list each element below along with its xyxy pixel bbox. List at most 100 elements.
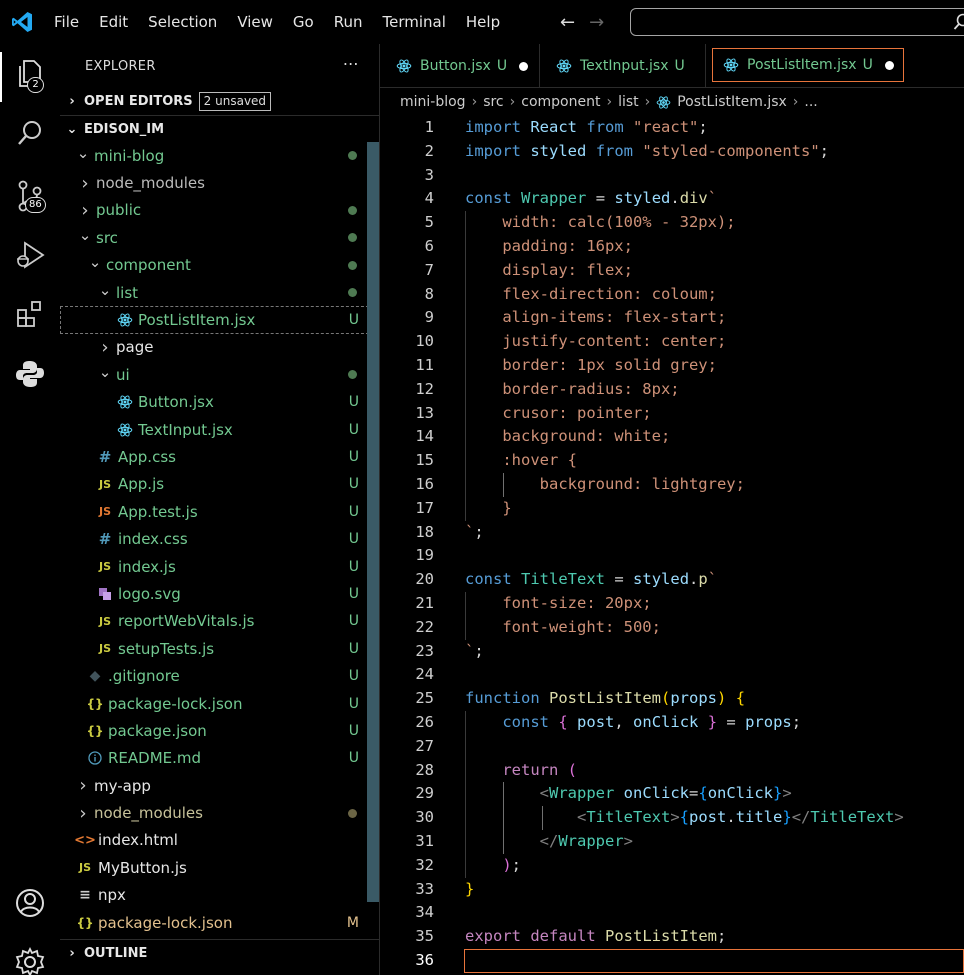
breadcrumb-item[interactable]: list (618, 94, 639, 110)
menu-selection[interactable]: Selection (138, 0, 227, 44)
tree-item[interactable]: README.md U (60, 745, 379, 772)
code-line[interactable]: 21 font-size: 20px; (380, 591, 964, 616)
tree-item[interactable]: # index.css U (60, 525, 379, 552)
code-line[interactable]: 28 return ( (380, 758, 964, 783)
tree-item[interactable]: JS reportWebVitals.js U (60, 608, 379, 635)
go-back-icon[interactable]: ← (560, 12, 575, 33)
workspace-section[interactable]: ⌄ EDISON_IM (60, 115, 379, 142)
code-line[interactable]: 20 const TitleText = styled.p` (380, 568, 964, 592)
tree-item[interactable]: Button.jsx U (60, 389, 379, 416)
code-line[interactable]: 29 <Wrapper onClick={onClick}> (380, 782, 964, 807)
tree-item[interactable]: › page (60, 334, 379, 361)
tree-item[interactable]: {} package.json U (60, 717, 379, 744)
code-line[interactable]: 30 <TitleText>{post.title}</TitleText> (380, 806, 964, 830)
extensions-icon[interactable] (13, 297, 47, 331)
code-editor[interactable]: 1 import React from "react"; 2 import style… (380, 116, 964, 973)
tree-item[interactable]: › my-app (60, 772, 379, 799)
open-editors-section[interactable]: › OPEN EDITORS 2 unsaved (60, 88, 379, 115)
menu-help[interactable]: Help (456, 0, 510, 44)
code-line[interactable]: 1 import React from "react"; (380, 116, 964, 140)
tree-item[interactable]: JS App.test.js U (60, 498, 379, 525)
code-line[interactable]: 14 background: white; (380, 425, 964, 450)
outline-section[interactable]: › OUTLINE (60, 939, 379, 966)
code-line[interactable]: 22 font-weight: 500; (380, 615, 964, 640)
unsaved-dot-icon[interactable] (884, 60, 894, 70)
tree-item[interactable]: JS setupTests.js U (60, 635, 379, 662)
breadcrumb-item[interactable]: PostListItem.jsx (677, 94, 787, 110)
code-line[interactable]: 25 function PostListItem(props) { (380, 687, 964, 711)
code-line[interactable]: 33} (380, 878, 964, 902)
code-line[interactable]: 11 border: 1px solid grey; (380, 353, 964, 378)
tree-item[interactable]: JS index.js U (60, 553, 379, 580)
code-line[interactable]: 17 } (380, 496, 964, 521)
code-line[interactable]: 8 flex-direction: coloum; (380, 282, 964, 307)
command-center-search[interactable] (630, 8, 964, 36)
menu-edit[interactable]: Edit (89, 0, 138, 44)
tree-item[interactable]: › node_modules (60, 799, 379, 826)
tree-item[interactable]: › public (60, 197, 379, 224)
breadcrumb-item[interactable]: component (521, 94, 600, 110)
code-line[interactable]: 10 justify-content: center; (380, 330, 964, 354)
code-line[interactable]: 24 (380, 663, 964, 687)
breadcrumb-item[interactable]: ... (804, 94, 817, 110)
unsaved-dot-icon[interactable] (519, 61, 529, 71)
tree-item[interactable]: {} package-lock.json U (60, 690, 379, 717)
code-line[interactable]: 2 import styled from "styled-components"; (380, 140, 964, 164)
code-line[interactable]: 31 </Wrapper> (380, 829, 964, 854)
tree-item[interactable]: logo.svg U (60, 580, 379, 607)
code-line[interactable]: 23 `; (380, 640, 964, 664)
code-line[interactable]: 12 border-radius: 8px; (380, 377, 964, 402)
code-line[interactable]: 16 background: lightgrey; (380, 472, 964, 497)
search-view-icon[interactable] (13, 116, 47, 150)
tree-item[interactable]: PostListItem.jsx U (60, 306, 379, 334)
code-line[interactable]: 6 padding: 16px; (380, 234, 964, 259)
tab-postlistitem[interactable]: PostListItem.jsx U (712, 48, 904, 82)
code-line[interactable]: 18 `; (380, 521, 964, 545)
code-line[interactable]: 26 const { post, onClick } = props; (380, 710, 964, 735)
code-line[interactable]: 3 (380, 164, 964, 188)
code-line[interactable]: 35 export default PostListItem; (380, 925, 964, 949)
tab-button[interactable]: Button.jsx U (380, 44, 540, 88)
code-line[interactable]: 34 (380, 901, 964, 925)
manage-gear-icon[interactable] (13, 945, 47, 975)
tab-textinput[interactable]: TextInput.jsx U (540, 44, 706, 88)
code-line[interactable]: 32 ); (380, 853, 964, 878)
tree-item[interactable]: # App.css U (60, 443, 379, 470)
tree-item[interactable]: ⌄ list (60, 279, 379, 306)
tree-item[interactable]: JS MyButton.js (60, 854, 379, 881)
code-line[interactable]: 13 crusor: pointer; (380, 401, 964, 426)
go-forward-icon[interactable]: → (589, 12, 604, 33)
tree-item[interactable]: ⌄ component (60, 252, 379, 279)
tree-item[interactable]: ⌄ src (60, 224, 379, 251)
menu-run[interactable]: Run (324, 0, 373, 44)
code-line[interactable]: 36 (380, 948, 964, 973)
tree-item[interactable]: › node_modules (60, 169, 379, 196)
tree-item[interactable]: ⌄ ui (60, 361, 379, 388)
tree-item[interactable]: ≡ npx (60, 882, 379, 909)
tree-item[interactable]: JS App.js U (60, 471, 379, 498)
code-line[interactable]: 27 (380, 734, 964, 759)
menu-go[interactable]: Go (283, 0, 324, 44)
menu-view[interactable]: View (227, 0, 283, 44)
run-and-debug-icon[interactable] (13, 238, 47, 272)
code-line[interactable]: 15 :hover { (380, 449, 964, 473)
tree-item[interactable]: <> index.html (60, 827, 379, 854)
tree-item[interactable]: TextInput.jsx U (60, 416, 379, 443)
code-line[interactable]: 7 display: flex; (380, 258, 964, 283)
python-icon[interactable] (13, 357, 47, 391)
more-actions-icon[interactable]: ⋯ (343, 54, 359, 73)
code-line[interactable]: 4 const Wrapper = styled.div` (380, 187, 964, 211)
tree-item[interactable]: ⌄ mini-blog (60, 142, 379, 169)
breadcrumb-item[interactable]: src (483, 94, 503, 110)
sidebar-scrollbar[interactable] (367, 142, 379, 902)
tree-item[interactable]: ◆ .gitignore U (60, 662, 379, 689)
accounts-icon[interactable] (13, 886, 47, 920)
code-line[interactable]: 9 align-items: flex-start; (380, 306, 964, 331)
code-line[interactable]: 19 (380, 544, 964, 568)
code-line[interactable]: 5 width: calc(100% - 32px); (380, 211, 964, 235)
menu-terminal[interactable]: Terminal (373, 0, 456, 44)
vscode-logo-icon[interactable] (0, 0, 44, 44)
breadcrumb-item[interactable]: mini-blog (400, 94, 466, 110)
menu-file[interactable]: File (44, 0, 89, 44)
tree-item[interactable]: {} package-lock.json M (60, 909, 379, 936)
